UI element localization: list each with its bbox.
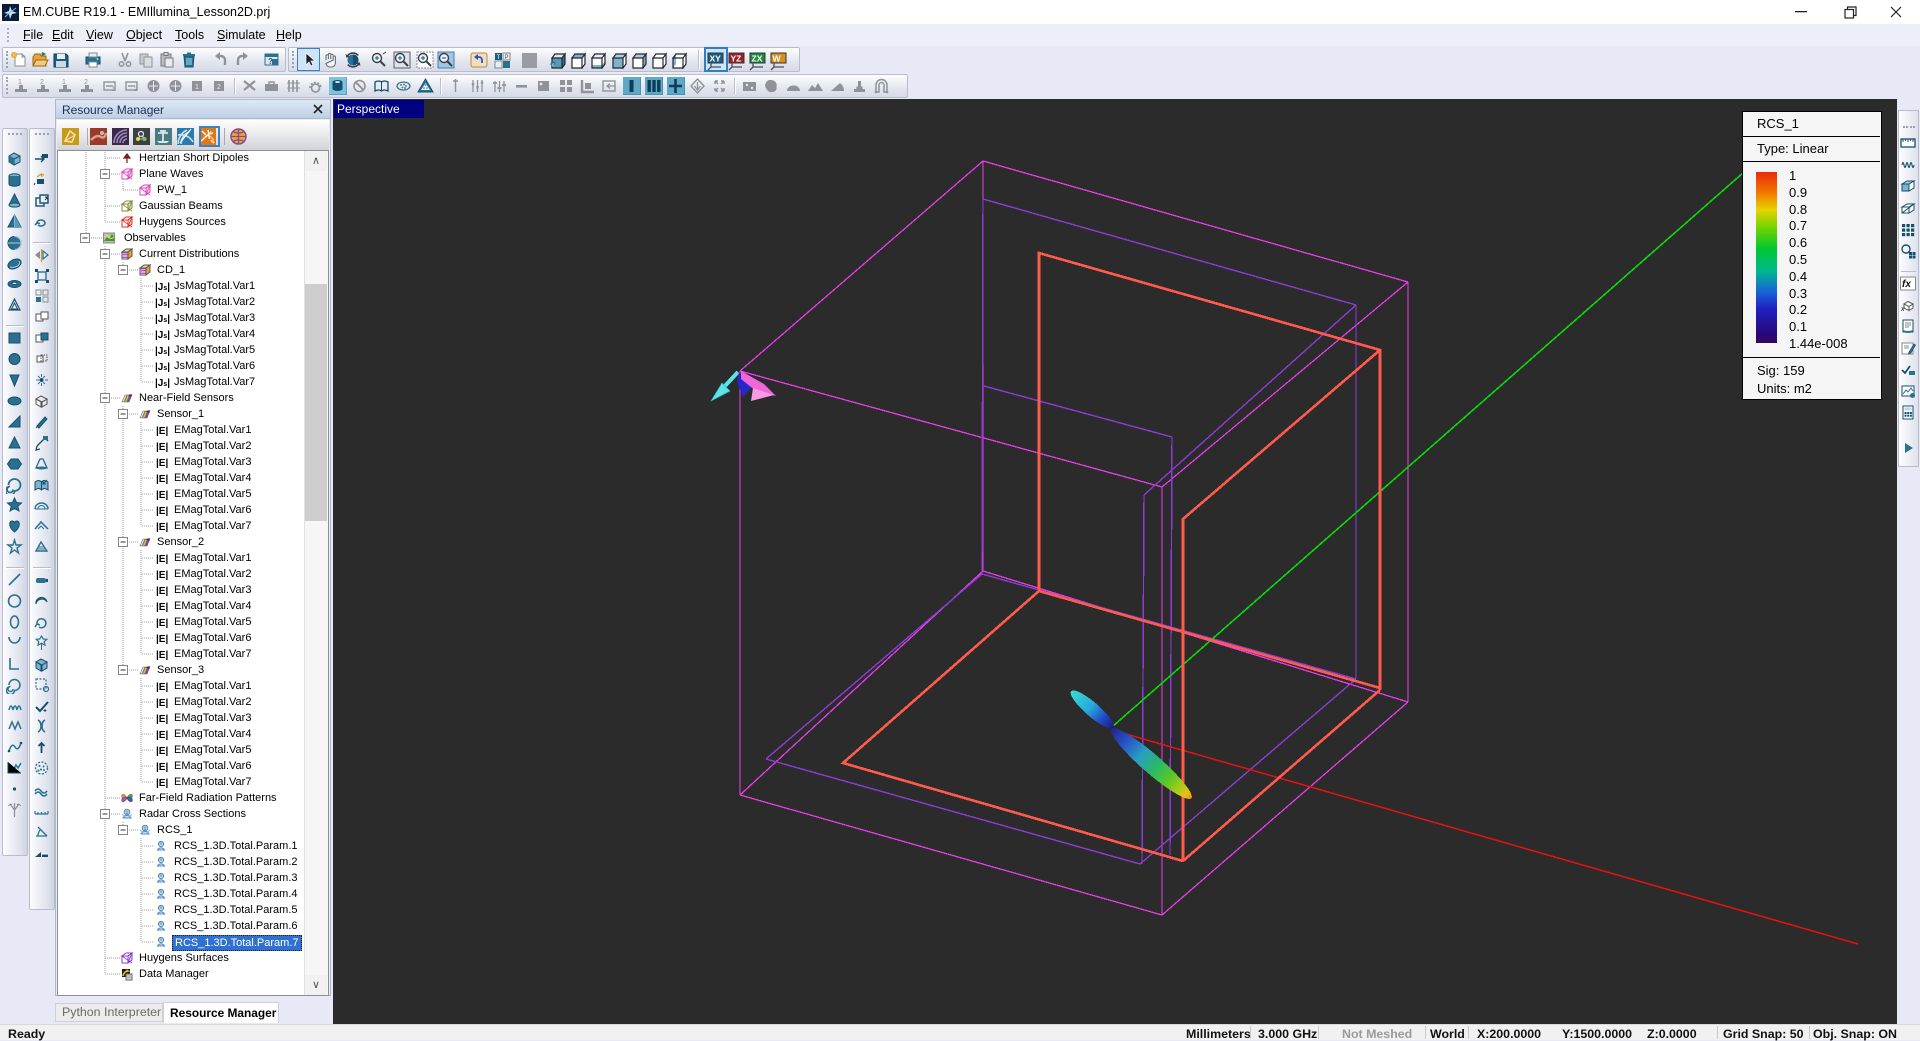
svg-text:|E|: |E| (156, 554, 168, 565)
svg-text:|E|: |E| (156, 586, 168, 597)
svg-text:|E|: |E| (156, 746, 168, 757)
svg-text:|E|: |E| (156, 634, 168, 645)
svg-text:|Js|: |Js| (155, 378, 170, 389)
svg-text:|E|: |E| (156, 714, 168, 725)
svg-text:|E|: |E| (156, 506, 168, 517)
svg-text:|E|: |E| (156, 490, 168, 501)
svg-text:W: W (773, 54, 782, 64)
svg-text:|E|: |E| (156, 650, 168, 661)
svg-text:|E|: |E| (156, 522, 168, 533)
svg-text:|E|: |E| (156, 426, 168, 437)
svg-text:|E|: |E| (156, 730, 168, 741)
svg-text:|E|: |E| (156, 698, 168, 709)
svg-text:|E|: |E| (156, 458, 168, 469)
svg-text:|Js|: |Js| (155, 346, 170, 357)
svg-text:|Js|: |Js| (155, 362, 170, 373)
svg-text:|E|: |E| (156, 474, 168, 485)
svg-text:|Js|: |Js| (155, 314, 170, 325)
svg-text:|E|: |E| (156, 778, 168, 789)
svg-text:XY: XY (710, 54, 722, 64)
svg-text:|Js|: |Js| (155, 298, 170, 309)
svg-text:T: T (497, 55, 501, 61)
svg-text:fx: fx (1902, 279, 1911, 290)
svg-text:ZX: ZX (752, 54, 763, 64)
svg-text:|E|: |E| (156, 602, 168, 613)
svg-text:|E|: |E| (156, 618, 168, 629)
svg-text:|Js|: |Js| (155, 282, 170, 293)
svg-text:P: P (505, 55, 509, 61)
svg-text:|E|: |E| (156, 570, 168, 581)
svg-text:YZ: YZ (731, 54, 742, 64)
svg-text:o: o (552, 63, 555, 69)
svg-text:|E|: |E| (156, 762, 168, 773)
svg-text:|E|: |E| (156, 442, 168, 453)
svg-text:|E|: |E| (156, 682, 168, 693)
svg-text:x: x (1900, 306, 1905, 313)
svg-text:|Js|: |Js| (155, 330, 170, 341)
